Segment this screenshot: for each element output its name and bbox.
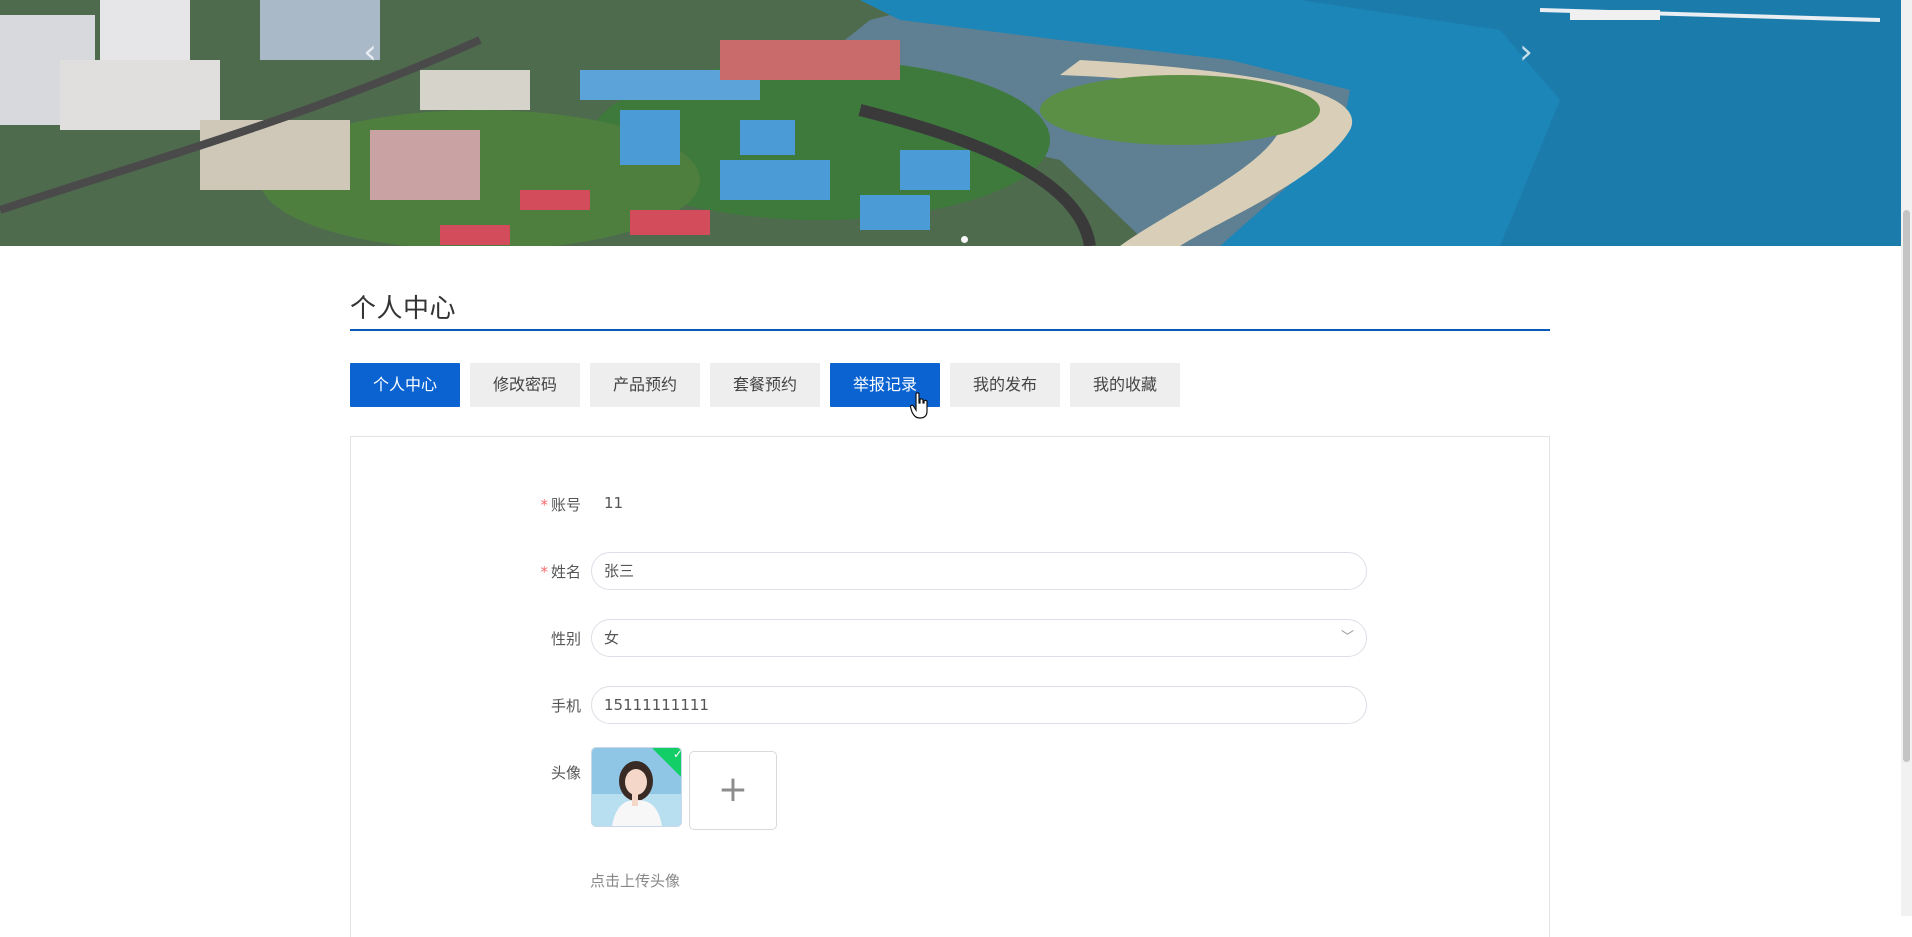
tab-package-booking[interactable]: 套餐预约 (710, 363, 820, 407)
avatar-thumbnail[interactable]: ✓ (591, 747, 682, 827)
carousel-prev-arrow[interactable]: ‹ (352, 34, 388, 70)
phone-input[interactable]: 15111111111 (591, 686, 1367, 724)
check-icon: ✓ (672, 747, 682, 762)
required-mark: * (540, 563, 548, 581)
gender-selected-value: 女 (604, 629, 620, 647)
name-label: * 姓名 (540, 563, 581, 581)
page-title: 个人中心 (350, 294, 457, 324)
gender-select[interactable]: 女 ﹀ (591, 619, 1367, 657)
tab-personal-center[interactable]: 个人中心 (350, 363, 460, 407)
hero-banner: ‹ › (0, 0, 1901, 246)
account-label: * 账号 (540, 496, 581, 514)
tab-my-favorites[interactable]: 我的收藏 (1070, 363, 1180, 407)
avatar-upload-hint: 点击上传头像 (590, 872, 681, 890)
hand-cursor-icon (910, 392, 928, 419)
avatar-upload-button[interactable]: + (689, 751, 777, 830)
account-value: 11 (604, 494, 624, 512)
page-scrollbar-thumb[interactable] (1903, 210, 1910, 762)
tab-my-posts[interactable]: 我的发布 (950, 363, 1060, 407)
chevron-down-icon: ﹀ (1340, 630, 1354, 645)
banner-image (0, 0, 1901, 246)
avatar-label: 头像 (550, 764, 581, 782)
name-input[interactable]: 张三 (591, 552, 1367, 590)
title-divider (350, 329, 1550, 331)
gender-label: 性别 (550, 630, 581, 648)
tab-product-booking[interactable]: 产品预约 (590, 363, 700, 407)
carousel-indicators (961, 228, 968, 246)
plus-icon: + (717, 769, 749, 810)
carousel-next-arrow[interactable]: › (1508, 34, 1544, 70)
tab-change-password[interactable]: 修改密码 (470, 363, 580, 407)
phone-label: 手机 (550, 697, 581, 715)
required-mark: * (540, 496, 548, 514)
carousel-dot-active[interactable] (961, 236, 968, 243)
